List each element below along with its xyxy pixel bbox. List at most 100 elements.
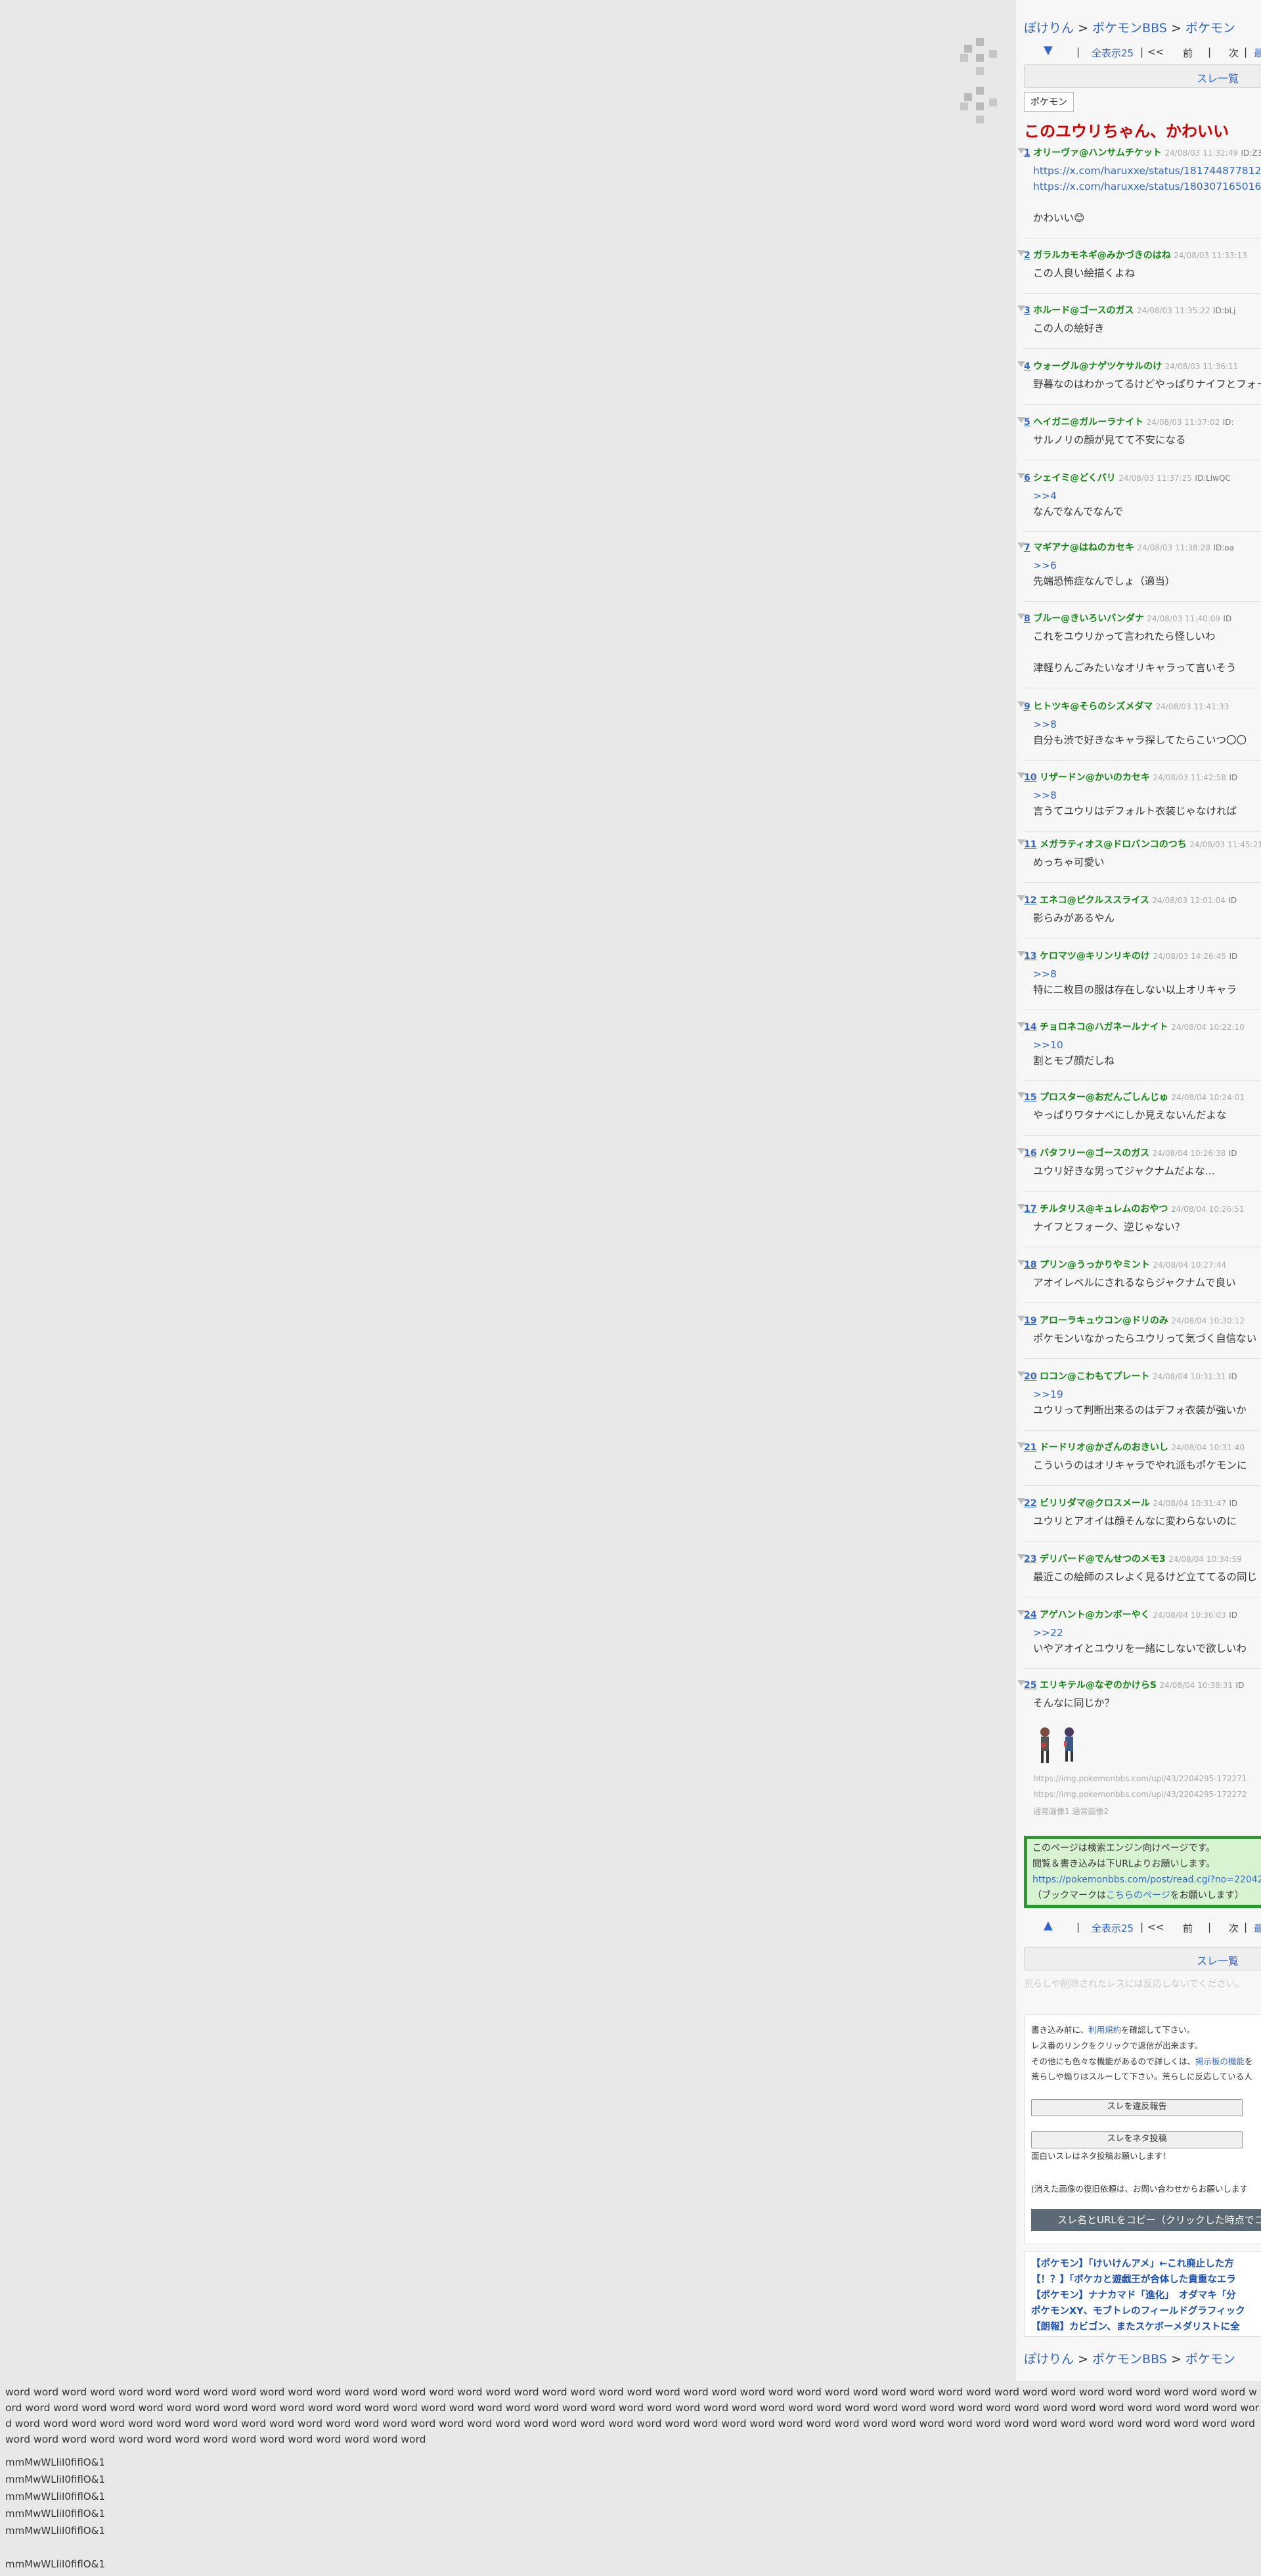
breadcrumb-site-link[interactable]: ぽけりん: [1024, 2352, 1074, 2366]
thread-list-button[interactable]: スレ一覧: [1024, 1947, 1261, 1970]
scroll-down-icon[interactable]: ▼: [1044, 43, 1053, 57]
post-body: https://x.com/haruxxe/status/18174487781…: [1033, 163, 1261, 226]
collapse-triangle-icon[interactable]: [1017, 772, 1025, 778]
post-number-link[interactable]: 14: [1024, 1022, 1036, 1033]
post-number-link[interactable]: 19: [1024, 1316, 1036, 1326]
related-thread-link[interactable]: 【朗報】カビゴン、またスケボーメダリストに全: [1031, 2319, 1261, 2335]
collapse-triangle-icon[interactable]: [1017, 1022, 1025, 1028]
reply-anchor-link[interactable]: >>8: [1033, 966, 1261, 982]
related-thread-link[interactable]: ポケモンXY、モブトレのフィールドグラフィック: [1031, 2303, 1261, 2319]
post-number-link[interactable]: 17: [1024, 1204, 1036, 1214]
next-page-link[interactable]: 次: [1229, 1921, 1239, 1935]
related-thread-link[interactable]: 【ポケモン】ナナカマド「進化」 オダマキ「分: [1031, 2288, 1261, 2303]
breadcrumb-category-link[interactable]: ポケモン: [1185, 2352, 1235, 2366]
copy-title-url-button[interactable]: スレ名とURLをコピー（クリックした時点でコ: [1031, 2209, 1261, 2231]
prev-page-link[interactable]: 前: [1183, 1921, 1193, 1935]
collapse-triangle-icon[interactable]: [1017, 250, 1025, 256]
latest-50-link[interactable]: 最新50: [1254, 46, 1261, 60]
terms-link[interactable]: 利用規約: [1088, 2025, 1121, 2035]
next-page-link[interactable]: 次: [1229, 46, 1239, 60]
collapse-triangle-icon[interactable]: [1017, 701, 1025, 707]
collapse-triangle-icon[interactable]: [1017, 1148, 1025, 1154]
show-all-link[interactable]: 全表示25: [1092, 1921, 1134, 1935]
collapse-triangle-icon[interactable]: [1017, 1554, 1025, 1560]
neta-post-button[interactable]: スレをネタ投稿: [1031, 2131, 1243, 2148]
reply-anchor-link[interactable]: >>4: [1033, 488, 1261, 504]
breadcrumb-category-link[interactable]: ポケモン: [1185, 21, 1235, 35]
collapse-triangle-icon[interactable]: [1017, 1316, 1025, 1321]
notice-url-link[interactable]: https://pokemonbbs.com/post/read.cgi?no=…: [1032, 1872, 1261, 1888]
collapse-triangle-icon[interactable]: [1017, 148, 1025, 154]
first-page-link[interactable]: <<: [1147, 46, 1164, 58]
reply-anchor-link[interactable]: >>10: [1033, 1037, 1261, 1053]
post-number-link[interactable]: 16: [1024, 1148, 1036, 1159]
post-number-link[interactable]: 13: [1024, 951, 1036, 962]
collapse-triangle-icon[interactable]: [1017, 1204, 1025, 1210]
reply-anchor-link[interactable]: >>19: [1033, 1387, 1261, 1402]
collapse-triangle-icon[interactable]: [1017, 1610, 1025, 1616]
collapse-triangle-icon[interactable]: [1017, 951, 1025, 957]
collapse-triangle-icon[interactable]: [1017, 1371, 1025, 1377]
collapse-triangle-icon[interactable]: [1017, 1260, 1025, 1266]
latest-50-link[interactable]: 最新50: [1254, 1921, 1261, 1935]
collapse-triangle-icon[interactable]: [1017, 1092, 1025, 1098]
breadcrumb-site-link[interactable]: ぽけりん: [1024, 21, 1074, 35]
collapse-triangle-icon[interactable]: [1017, 543, 1025, 548]
reply-anchor-link[interactable]: >>6: [1033, 558, 1261, 573]
post-item: 13 ケロマツ@キリンリキのけ 24/08/03 14:26:45 ID >>8 特…: [1017, 949, 1261, 1010]
post-number-link[interactable]: 15: [1024, 1092, 1036, 1103]
post-url-link[interactable]: https://x.com/haruxxe/status/18030716501…: [1033, 179, 1261, 194]
breadcrumb-board-link[interactable]: ポケモンBBS: [1092, 2352, 1167, 2366]
image-url-link[interactable]: https://img.pokemonbbs.com/upl/43/220429…: [1033, 1790, 1247, 1799]
reply-anchor-link[interactable]: >>22: [1033, 1625, 1261, 1641]
post-number-link[interactable]: 21: [1024, 1442, 1036, 1453]
post-number-link[interactable]: 12: [1024, 895, 1036, 906]
collapse-triangle-icon[interactable]: [1017, 305, 1025, 311]
post-url-link[interactable]: https://x.com/haruxxe/status/18174487781…: [1033, 163, 1261, 179]
reply-anchor-link[interactable]: >>8: [1033, 788, 1261, 803]
post-separator: [1024, 1135, 1261, 1136]
post-number-link[interactable]: 10: [1024, 772, 1036, 783]
bookmark-link[interactable]: こちらのページ: [1106, 1890, 1170, 1901]
character-image-thumbnail[interactable]: [1033, 1724, 1079, 1770]
first-page-link[interactable]: <<: [1147, 1921, 1164, 1933]
collapse-triangle-icon[interactable]: [1017, 1442, 1025, 1448]
collapse-triangle-icon[interactable]: [1017, 895, 1025, 901]
post-item: 11 メガラティオス@ドロバンコのつち 24/08/03 11:45:21 めっ…: [1017, 837, 1261, 883]
collapse-triangle-icon[interactable]: [1017, 1680, 1025, 1686]
thread-list-button[interactable]: スレ一覧: [1024, 64, 1261, 88]
collapse-triangle-icon[interactable]: [1017, 1498, 1025, 1504]
category-tag[interactable]: ポケモン: [1024, 92, 1074, 112]
image-size-links[interactable]: 通常画像1 通常画像2: [1033, 1806, 1109, 1817]
post-number-link[interactable]: 18: [1024, 1260, 1036, 1270]
breadcrumb-separator: >: [1170, 2352, 1182, 2366]
post-number-link[interactable]: 20: [1024, 1371, 1036, 1382]
loading-spinner-icon: [960, 87, 1000, 126]
collapse-triangle-icon[interactable]: [1017, 417, 1025, 423]
show-all-link[interactable]: 全表示25: [1092, 46, 1134, 60]
reply-anchor-link[interactable]: >>8: [1033, 717, 1261, 732]
report-thread-button[interactable]: スレを違反報告: [1031, 2099, 1243, 2116]
collapse-triangle-icon[interactable]: [1017, 839, 1025, 845]
image-url-link[interactable]: https://img.pokemonbbs.com/upl/43/220429…: [1033, 1774, 1247, 1783]
related-thread-link[interactable]: 【！？】「ポケカと遊戯王が合体した貴重なエラ: [1031, 2272, 1261, 2288]
collapse-triangle-icon[interactable]: [1017, 473, 1025, 479]
scroll-up-icon[interactable]: ▲: [1044, 1919, 1053, 1932]
post-number-link[interactable]: 11: [1024, 839, 1036, 850]
collapse-triangle-icon[interactable]: [1017, 361, 1025, 367]
post-text-line: ナイフとフォーク、逆じゃない？: [1033, 1221, 1185, 1233]
faded-note: 荒らしや削除されたレスには反応しないでください。: [1024, 1979, 1245, 1989]
post-number-link[interactable]: 22: [1024, 1498, 1036, 1509]
related-thread-link[interactable]: 【ポケモン】「けいけんアメ」←これ廃止した方: [1031, 2256, 1261, 2272]
post-number-link[interactable]: 24: [1024, 1610, 1036, 1620]
features-link[interactable]: 掲示板の機能: [1195, 2056, 1245, 2066]
post-date: 24/08/04 10:31:31: [1152, 1372, 1226, 1381]
post-number-link[interactable]: 25: [1024, 1680, 1036, 1691]
post-number-link[interactable]: 23: [1024, 1554, 1036, 1565]
post-item: 24 アゲハント@カンボーやく 24/08/04 10:36:03 ID >>22…: [1017, 1608, 1261, 1669]
post-date: 24/08/04 10:38:31: [1159, 1681, 1233, 1690]
collapse-triangle-icon[interactable]: [1017, 613, 1025, 619]
prev-page-link[interactable]: 前: [1183, 46, 1193, 60]
breadcrumb-board-link[interactable]: ポケモンBBS: [1092, 21, 1167, 35]
post-item: 23 デリバード@でんせつのメモ3 24/08/04 10:34:59 最近この…: [1017, 1552, 1261, 1597]
